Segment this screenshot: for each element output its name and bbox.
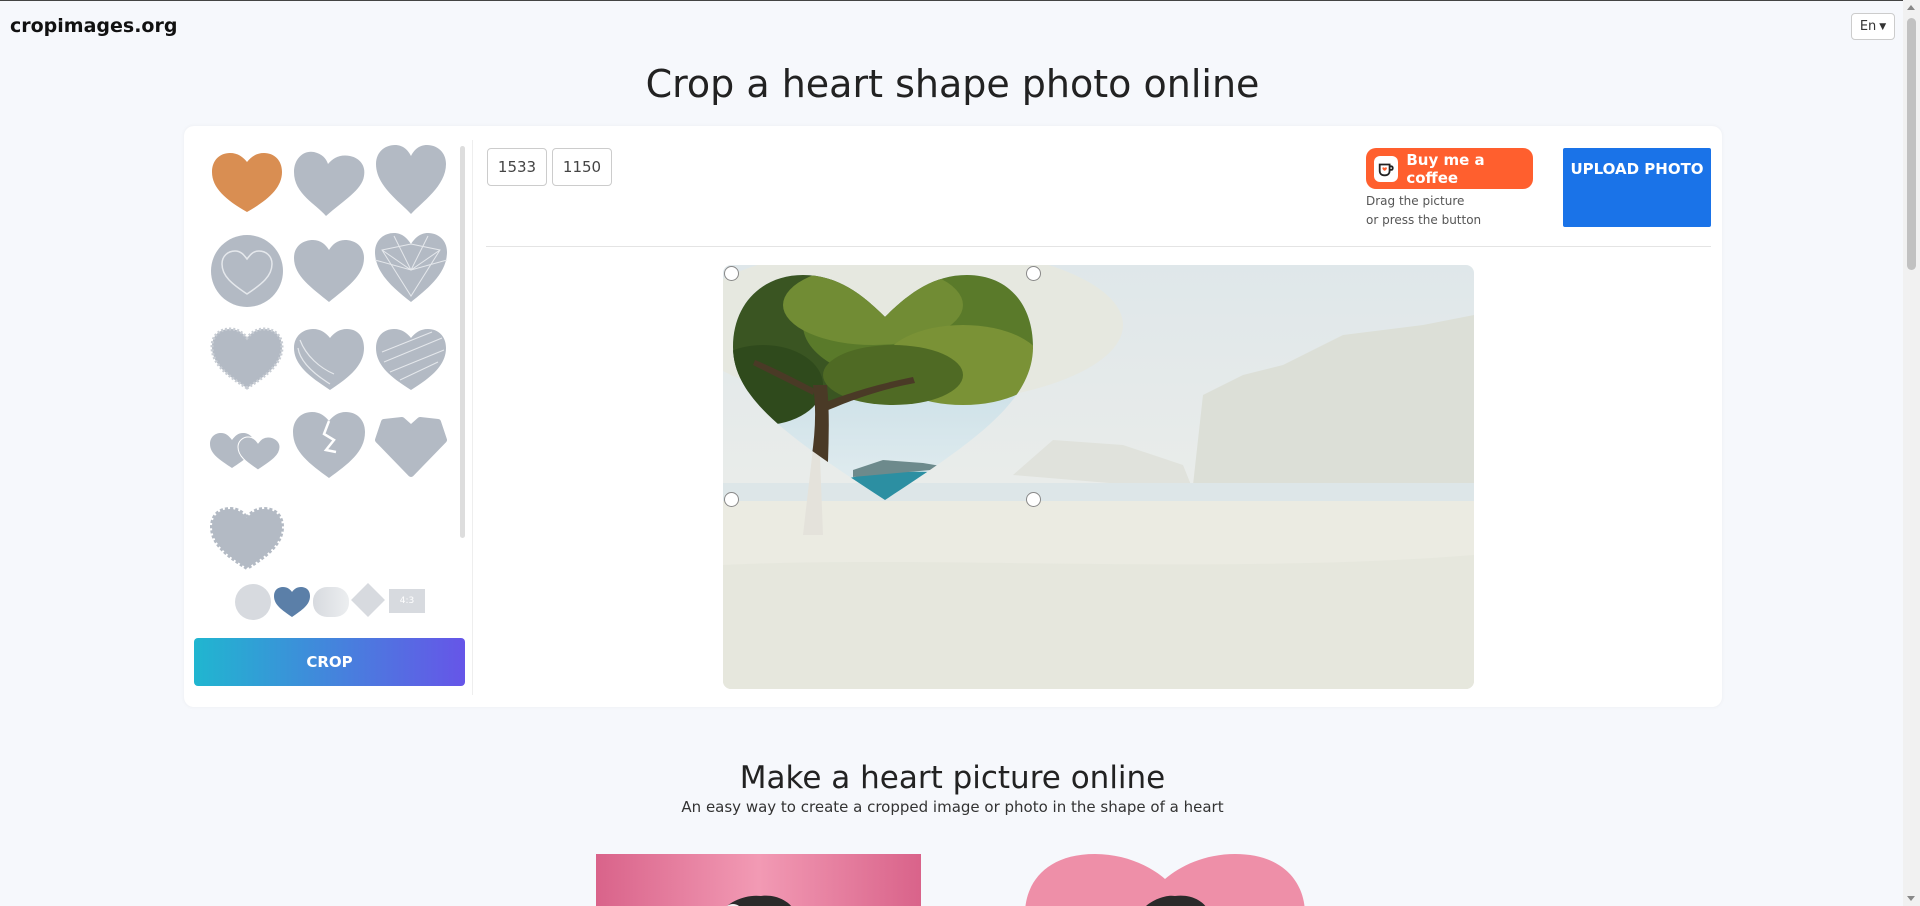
page-scrollbar[interactable] (1903, 0, 1920, 906)
height-input[interactable]: 1150 (552, 148, 612, 186)
shape-heart-sharp[interactable] (372, 410, 450, 484)
heart-diamond-icon (374, 233, 448, 302)
heart-sharp-icon (375, 417, 447, 477)
photo-preview[interactable] (723, 265, 1474, 689)
ratio-button[interactable]: 4:3 (389, 589, 425, 613)
heart-tilted-icon (294, 151, 365, 216)
shape-heart-scribble[interactable] (372, 322, 450, 396)
hint-line-1: Drag the picture (1366, 194, 1465, 208)
crop-handle-top-left[interactable] (724, 266, 739, 281)
crop-handle-bottom-right[interactable] (1026, 492, 1041, 507)
heart-scribble-icon (376, 329, 446, 390)
shape-heart-diamond[interactable] (372, 230, 450, 304)
scrollbar-thumb[interactable] (1907, 18, 1916, 270)
example-heart-result (1025, 854, 1305, 906)
heart-wide-icon (294, 240, 364, 302)
crop-handle-top-right[interactable] (1026, 266, 1041, 281)
width-input[interactable]: 1533 (487, 148, 547, 186)
heart-tall-icon (376, 145, 446, 214)
diamond-mask-icon[interactable] (351, 583, 385, 617)
circle-mask-icon[interactable] (235, 584, 271, 620)
shape-heart-circle[interactable] (208, 234, 286, 308)
shape-heart-tilted[interactable] (290, 146, 368, 220)
shape-heart-wide[interactable] (290, 234, 368, 308)
scroll-down-icon[interactable] (1907, 896, 1915, 901)
heart-circle-icon (211, 235, 283, 307)
editor-card: 4:3 CROP 1533 1150 Buy me a coffee Drag … (184, 126, 1722, 707)
section-title: Make a heart picture online (739, 760, 1166, 796)
language-label: En (1859, 19, 1877, 34)
heart-double-icon (210, 433, 281, 471)
coffee-label: Buy me a coffee (1406, 150, 1485, 187)
hint-line-2: or press the button (1366, 213, 1482, 227)
language-dropdown[interactable]: En ▼ (1851, 13, 1895, 40)
shape-heart-broken[interactable] (290, 406, 368, 480)
page-title: Crop a heart shape photo online (645, 62, 1260, 106)
mask-style-row: 4:3 (235, 582, 435, 620)
shape-heart-scalloped[interactable] (208, 502, 286, 576)
shape-heart-rough[interactable] (208, 322, 286, 396)
site-logo[interactable]: cropimages.org (10, 15, 177, 37)
coffee-cup-icon (1374, 155, 1399, 182)
heart-rough-icon (210, 327, 284, 390)
upload-hint: Drag the picture or press the button (1366, 192, 1481, 230)
example-original-image (596, 854, 921, 906)
shape-list-scrollbar[interactable] (460, 146, 465, 538)
shape-heart-double[interactable] (208, 410, 286, 484)
shape-heart-classic[interactable] (208, 146, 286, 220)
upload-photo-button[interactable]: UPLOAD PHOTO (1563, 148, 1711, 227)
heart-swirl-icon (294, 329, 364, 390)
buy-me-a-coffee-button[interactable]: Buy me a coffee (1366, 148, 1533, 189)
shape-heart-swirl[interactable] (290, 322, 368, 396)
crop-handle-bottom-left[interactable] (724, 492, 739, 507)
scroll-up-icon[interactable] (1907, 5, 1915, 10)
crop-button[interactable]: CROP (194, 638, 465, 686)
toolbar-divider (486, 246, 1711, 247)
crop-canvas[interactable] (723, 265, 1474, 689)
heart-scalloped-icon (209, 506, 285, 571)
heart-mask-icon[interactable] (273, 586, 311, 618)
caret-down-icon: ▼ (1879, 21, 1887, 32)
heart-classic-icon (212, 153, 282, 212)
shape-heart-tall[interactable] (372, 142, 450, 216)
panel-divider (472, 140, 473, 695)
heart-broken-icon (293, 412, 365, 478)
section-subtitle: An easy way to create a cropped image or… (681, 798, 1224, 816)
blur-mask-icon[interactable] (313, 587, 349, 617)
window-top-border (0, 0, 1920, 1)
shape-selector (200, 142, 480, 582)
